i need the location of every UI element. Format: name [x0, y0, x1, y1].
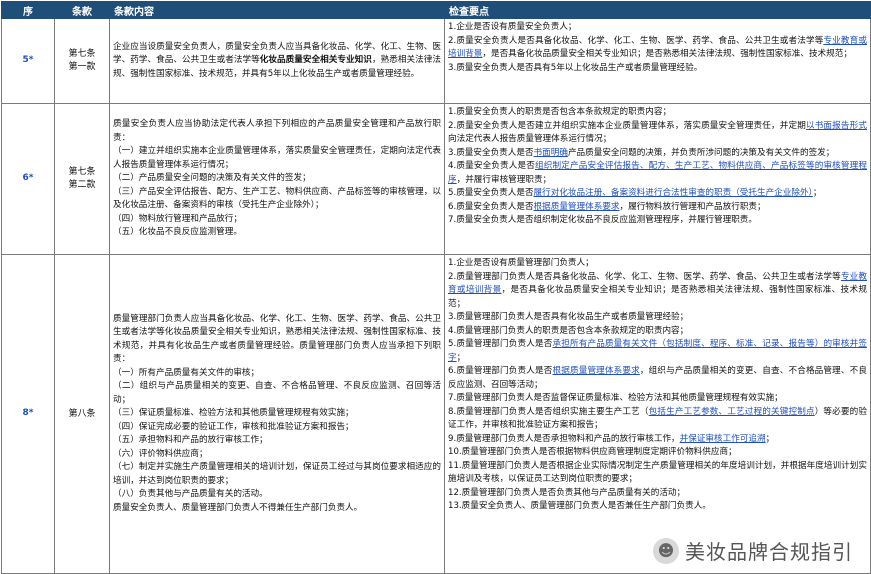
point-text: ，履行物料放行管理和产品放行职责； — [619, 201, 766, 212]
point-underlined-text: 并保证审核工作可追溯 — [679, 433, 766, 444]
clause-cell: 第八条 — [54, 254, 110, 574]
content-line: 质量安全负责人应当协助法定代表人承担下列相应的产品质量安全管理和产品放行职责： — [113, 119, 441, 143]
point-item: 4.质量安全负责人是否组织制定产品安全评估报告、配方、生产工艺、物料供应商、产品… — [448, 160, 867, 187]
point-text: ； — [765, 433, 775, 444]
point-item: 2.质量安全负责人是否具备化妆品、化学、化工、生物、医学、药学、食品、公共卫生或… — [448, 35, 867, 62]
point-text: 5.质量安全负责人是否 — [448, 188, 534, 198]
point-item: 7.质量管理部门负责人是否监督保证质量标准、检验方法和其他质量管理规程有效实施； — [448, 393, 783, 403]
point-item: 6.质量管理部门负责人是否根据质量管理体系要求，组织与产品质量相关的变更、自查、… — [448, 365, 867, 392]
row-number: 5* — [1, 18, 55, 104]
header-no: 序 — [1, 1, 55, 19]
point-item: 3.质量安全负责人是否书面明确产品质量安全问题的决策，并负责所涉问题的决策及有关… — [448, 147, 867, 161]
point-item: 3.质量安全负责人是否具有5年以上化妆品生产或者质量管理经验。 — [448, 62, 703, 73]
content-line: （三）保证质量标准、检验方法和其他质量管理规程有效实施； — [113, 408, 354, 419]
point-item: 5.质量安全负责人是否履行对化妆品注册、备案资料进行合法性审查的职责（受托生产企… — [448, 187, 867, 201]
point-text: 2.质量管理部门负责人是否具备化妆品、化学、化工、生物、医学、药学、食品、公共卫… — [448, 271, 841, 282]
table-row: 8* 第八条 质量管理部门负责人应当具备化妆品、化学、化工、生物、医学、药学、食… — [1, 254, 871, 574]
point-item: 6.质量安全负责人是否根据质量管理体系要求，履行物料放行管理和产品放行职责； — [448, 201, 867, 215]
point-text: 6.质量管理部门负责人是否 — [448, 366, 553, 376]
point-text: ； — [456, 352, 466, 363]
point-text: 向法定代表人报告质量管理体系运行情况； — [448, 134, 612, 144]
points-cell: 1.质量安全负责人的职责是否包含本条款规定的职责内容； 2.质量安全负责人是否建… — [444, 103, 871, 255]
point-text: 8.质量管理部门负责人是否组织实施主要生产工艺（ — [448, 406, 649, 417]
content-line: （二）产品质量安全问题的决策及有关文件的签发； — [113, 173, 311, 184]
header-clause: 条款 — [54, 1, 110, 19]
content-line: 质量管理部门负责人应当具备化妆品、化学、化工、生物、医学、药学、食品、公共卫生或… — [113, 313, 441, 365]
content-line: （一）所有产品质量有关文件的审核； — [113, 367, 260, 378]
content-line: （八）负责其他与产品质量有关的活动。 — [113, 489, 268, 500]
content-cell: 质量管理部门负责人应当具备化妆品、化学、化工、生物、医学、药学、食品、公共卫生或… — [109, 254, 445, 574]
point-item: 1.企业是否设有质量管理部门负责人； — [448, 258, 594, 268]
clause-line: 第七条 — [68, 49, 96, 59]
header-points: 检查要点 — [444, 1, 871, 19]
row-number: 6* — [1, 103, 55, 255]
clause-line: 第八条 — [68, 408, 96, 419]
point-item: 2.质量安全负责人是否建立并组织实施本企业质量管理体系，落实质量安全管理责任，并… — [448, 120, 867, 147]
content-cell: 质量安全负责人应当协助法定代表人承担下列相应的产品质量安全管理和产品放行职责： … — [109, 103, 445, 255]
clause-line: 第一款 — [68, 62, 96, 72]
points-cell: 1.企业是否设有质量管理部门负责人； 2.质量管理部门负责人是否具备化妆品、化学… — [444, 254, 871, 574]
clause-line: 第二款 — [68, 180, 96, 190]
point-item: 7.质量安全负责人是否组织制定化妆品不良反应监测管理程序，并履行管理职责。 — [448, 215, 757, 225]
point-underlined-text: 书面明确 — [533, 147, 568, 158]
content-line: （三）产品安全评估报告、配方、生产工艺、物料供应商、产品标签等的审核管理，以及化… — [113, 186, 441, 211]
point-underlined-text: 根据质量管理体系要求 — [552, 366, 640, 376]
point-underlined-text: 以书面报告形式 — [805, 120, 867, 131]
point-underlined-text: 包括生产工艺参数、工艺过程的关键控制点 — [648, 406, 815, 417]
header-content: 条款内容 — [109, 1, 445, 19]
content-line: （五）化妆品不良反应监测管理。 — [113, 227, 242, 238]
point-item: 3.质量管理部门负责人是否具有化妆品生产或者质量管理经验； — [448, 312, 689, 322]
point-item: 12.质量管理部门负责人是否负责其他与产品质量有关的活动； — [448, 487, 686, 498]
point-item: 10.质量管理部门负责人是否根据物料供应商管理制度定期评价物料供应商； — [448, 447, 737, 457]
watermark: ☻ 美妆品牌合规指引 — [647, 534, 859, 567]
content-line: （四）物料放行管理和产品放行； — [113, 213, 242, 224]
content-line: （六）评价物料供应商； — [113, 448, 208, 459]
watermark-text: 美妆品牌合规指引 — [685, 540, 853, 564]
point-text: 产品质量安全问题的决策，并负责所涉问题的决策及有关文件的签发； — [567, 147, 835, 158]
point-underlined-text: 履行对化妆品注册、备案资料进行合法性审查的职责（受托生产企业除外） — [533, 188, 813, 198]
point-item: 1.企业是否设有质量安全负责人； — [448, 22, 577, 32]
clause-cell: 第七条 第一款 — [54, 18, 110, 104]
point-item: 2.质量管理部门负责人是否具备化妆品、化学、化工、生物、医学、药学、食品、公共卫… — [448, 271, 867, 312]
point-item: 9.质量管理部门负责人是否承担物料和产品的放行审核工作，并保证审核工作可追溯； — [448, 433, 867, 447]
table-row: 5* 第七条 第一款 企业应当设质量安全负责人，质量安全负责人应当具备化妆品、化… — [1, 18, 871, 104]
content-line: （一）建立并组织实施本企业质量管理体系，落实质量安全管理责任，定期向法定代表人报… — [113, 146, 441, 170]
point-item: 5.质量管理部门负责人是否承担所有产品质量有关文件（包括制度、程序、标准、记录、… — [448, 338, 867, 365]
content-line: （二）组织与产品质量相关的变更、自查、不合格品管理、不良反应监测、召回等活动； — [113, 381, 441, 405]
point-text: 4.质量安全负责人是否 — [448, 161, 536, 171]
clause-cell: 第七条 第二款 — [54, 103, 110, 255]
point-item: 8.质量管理部门负责人是否组织实施主要生产工艺（包括生产工艺参数、工艺过程的关键… — [448, 406, 867, 433]
point-item: 11.质量管理部门负责人是否根据企业实际情况制定生产质量管理相关的年度培训计划，… — [448, 460, 867, 485]
content-bold-text: 化妆品质量安全相关专业知识 — [259, 55, 372, 66]
point-text: 2.质量安全负责人是否具备化妆品、化学、化工、生物、医学、药学、食品、公共卫生或… — [448, 35, 824, 46]
content-line: （四）保证完成必要的验证工作，审核和批准验证方案和报告； — [113, 421, 354, 432]
point-item: 4.质量管理部门负责人的职责是否包含本条款规定的职责内容； — [448, 325, 689, 336]
wechat-icon: ☻ — [653, 537, 679, 564]
row-number: 8* — [1, 254, 55, 574]
point-text: ，是否具备化妆品质量安全相关专业知识；是否熟悉相关法律法规、强制性国家标准、技术… — [448, 285, 867, 309]
point-text: 5.质量管理部门负责人是否 — [448, 339, 553, 349]
point-text: ，并履行审核管理职责； — [456, 174, 552, 185]
point-text: 6.质量安全负责人是否 — [448, 201, 534, 212]
inspection-table: 序 条款 条款内容 检查要点 5* 第七条 第一款 企业应当设质量安全负责人，质… — [1, 1, 871, 574]
content-line: （七）制定并实施生产质量管理相关的培训计划，保证员工经过与其岗位要求相适应的培训… — [113, 462, 441, 486]
point-text: 9.质量管理部门负责人是否承担物料和产品的放行审核工作， — [448, 433, 680, 444]
points-cell: 1.企业是否设有质量安全负责人； 2.质量安全负责人是否具备化妆品、化学、化工、… — [444, 18, 871, 104]
point-item: 13.质量安全负责人、质量管理部门负责人是否兼任生产部门负责人。 — [448, 501, 711, 511]
point-text: ； — [812, 188, 822, 198]
content-line: 质量安全负责人、质量管理部门负责人不得兼任生产部门负责人。 — [113, 502, 363, 513]
point-text: 2.质量安全负责人是否建立并组织实施本企业质量管理体系，落实质量安全管理责任，并… — [448, 120, 806, 131]
table-row: 6* 第七条 第二款 质量安全负责人应当协助法定代表人承担下列相应的产品质量安全… — [1, 103, 871, 255]
point-text: ，是否具备化妆品质量安全相关专业知识；是否熟悉相关法律法规、强制性国家标准、技术… — [482, 49, 852, 59]
content-cell: 企业应当设质量安全负责人，质量安全负责人应当具备化妆品、化学、化工、生物、医学、… — [109, 18, 445, 104]
clause-line: 第七条 — [68, 167, 96, 177]
content-line: （五）承担物料和产品的放行审核工作； — [113, 435, 268, 446]
point-text: 3.质量安全负责人是否 — [448, 147, 534, 158]
header-row: 序 条款 条款内容 检查要点 — [1, 1, 871, 19]
point-item: 1.质量安全负责人的职责是否包含本条款规定的职责内容； — [448, 107, 672, 117]
point-underlined-text: 根据质量管理体系要求 — [533, 201, 620, 212]
